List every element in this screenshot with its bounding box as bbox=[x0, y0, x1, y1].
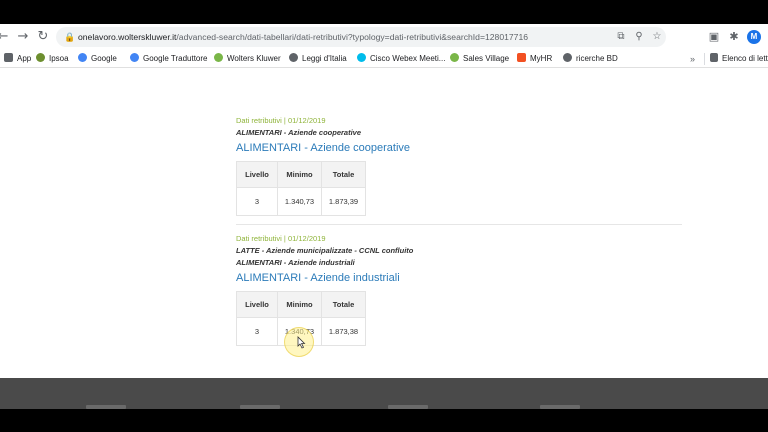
bookmark-star-icon[interactable]: ☆ bbox=[650, 30, 664, 44]
reading-list-label: Elenco di lett bbox=[722, 54, 768, 63]
avatar[interactable]: M bbox=[747, 30, 761, 44]
column-header-totale: Totale bbox=[321, 161, 366, 188]
extension-icon[interactable]: ▣ bbox=[706, 29, 722, 45]
bookmark-item[interactable]: Cisco Webex Meeti... bbox=[357, 52, 445, 66]
bookmark-label: Wolters Kluwer bbox=[227, 54, 281, 63]
bookmark-label: ricerche BD bbox=[576, 54, 618, 63]
cell-totale: 1.873,38 bbox=[321, 317, 366, 346]
bookmark-label: App bbox=[17, 54, 32, 63]
column-header-minimo: Minimo bbox=[277, 291, 322, 318]
windows-icon bbox=[517, 53, 526, 62]
bookmark-item[interactable]: ricerche BD bbox=[563, 52, 618, 66]
globe-icon bbox=[563, 53, 572, 62]
page-content: Dati retributivi | 01/12/2019 ALIMENTARI… bbox=[0, 69, 768, 378]
result-title-link[interactable]: ALIMENTARI - Aziende industriali bbox=[236, 270, 413, 286]
reading-list-button[interactable]: Elenco di lett bbox=[710, 52, 768, 66]
bookmarks-overflow-button[interactable]: » bbox=[690, 52, 695, 66]
column-header-minimo: Minimo bbox=[277, 161, 322, 188]
footer-link[interactable] bbox=[388, 405, 428, 409]
bookmark-item[interactable]: Wolters Kluwer bbox=[214, 52, 281, 66]
column-header-livello: Livello bbox=[236, 161, 278, 188]
table-header-row: Livello Minimo Totale bbox=[236, 161, 366, 188]
footer-link[interactable] bbox=[240, 405, 280, 409]
result-subtitle: ALIMENTARI - Aziende cooperative bbox=[236, 128, 362, 137]
reading-list-icon bbox=[710, 53, 718, 62]
data-table: Livello Minimo Totale 3 1.340,73 1.873,3… bbox=[236, 161, 366, 216]
mouse-cursor-icon bbox=[297, 336, 306, 349]
result-meta: Dati retributivi | 01/12/2019 bbox=[236, 234, 326, 243]
install-app-icon[interactable]: ⧉ bbox=[614, 30, 628, 44]
bookmark-item[interactable]: Sales Village bbox=[450, 52, 509, 66]
result-title-link[interactable]: ALIMENTARI - Aziende cooperative bbox=[236, 140, 410, 156]
google-icon bbox=[78, 53, 87, 62]
bookmark-item[interactable]: Google bbox=[78, 52, 117, 66]
puzzle-icon[interactable]: ✱ bbox=[726, 29, 742, 45]
bookmark-label: Leggi d'Italia bbox=[302, 54, 347, 63]
result-meta: Dati retributivi | 01/12/2019 bbox=[236, 116, 326, 125]
lock-icon[interactable]: 🔒 bbox=[64, 31, 76, 43]
video-frame: ← → ↻ 🔒 onelavoro.wolterskluwer.it/advan… bbox=[0, 0, 768, 432]
browser-toolbar: ← → ↻ 🔒 onelavoro.wolterskluwer.it/advan… bbox=[0, 24, 768, 50]
bookmarks-bar: App Ipsoa Google Google Traduttore Wolters K… bbox=[0, 50, 768, 68]
bookmark-label: MyHR bbox=[530, 54, 553, 63]
column-header-livello: Livello bbox=[236, 291, 278, 318]
bookmark-item[interactable]: Leggi d'Italia bbox=[289, 52, 347, 66]
result-subtitle: ALIMENTARI - Aziende industriali bbox=[236, 258, 355, 267]
footer-link[interactable] bbox=[540, 405, 580, 409]
result-subtitle: LATTE - Aziende municipalizzate - CCNL c… bbox=[236, 246, 414, 255]
translate-icon bbox=[130, 53, 139, 62]
cell-minimo: 1.340,73 bbox=[277, 187, 322, 216]
bookmark-label: Ipsoa bbox=[49, 54, 69, 63]
result-card: Dati retributivi | 01/12/2019 LATTE - Az… bbox=[236, 233, 413, 346]
result-divider bbox=[236, 224, 682, 225]
url-text[interactable]: onelavoro.wolterskluwer.it/advanced-sear… bbox=[78, 27, 528, 47]
bookmark-label: Google Traduttore bbox=[143, 54, 208, 63]
bookmark-label: Google bbox=[91, 54, 117, 63]
table-header-row: Livello Minimo Totale bbox=[236, 291, 366, 318]
sales-icon bbox=[450, 53, 459, 62]
page-footer bbox=[0, 378, 768, 409]
bookmark-item[interactable]: App bbox=[4, 52, 31, 66]
back-icon[interactable]: ← bbox=[0, 28, 12, 46]
reload-icon[interactable]: ↻ bbox=[34, 28, 52, 46]
cell-livello: 3 bbox=[236, 187, 278, 216]
table-row: 3 1.340,73 1.873,39 bbox=[236, 187, 366, 216]
address-bar[interactable]: 🔒 onelavoro.wolterskluwer.it/advanced-se… bbox=[56, 27, 666, 47]
globe-icon bbox=[289, 53, 298, 62]
bookmark-item[interactable]: MyHR bbox=[517, 52, 552, 66]
webex-icon bbox=[357, 53, 366, 62]
ipsoa-icon bbox=[36, 53, 45, 62]
cell-livello: 3 bbox=[236, 317, 278, 346]
bookmark-label: Sales Village bbox=[463, 54, 510, 63]
forward-icon[interactable]: → bbox=[14, 28, 32, 46]
bookmark-label: Cisco Webex Meeti... bbox=[370, 54, 446, 63]
cell-totale: 1.873,39 bbox=[321, 187, 366, 216]
column-header-totale: Totale bbox=[321, 291, 366, 318]
result-card: Dati retributivi | 01/12/2019 ALIMENTARI… bbox=[236, 115, 410, 216]
bookmark-item[interactable]: Ipsoa bbox=[36, 52, 69, 66]
url-path: /advanced-search/dati-tabellari/dati-ret… bbox=[176, 32, 528, 42]
url-host: onelavoro.wolterskluwer.it bbox=[78, 32, 177, 42]
footer-link[interactable] bbox=[86, 405, 126, 409]
browser-window: ← → ↻ 🔒 onelavoro.wolterskluwer.it/advan… bbox=[0, 24, 768, 409]
bookmark-item[interactable]: Google Traduttore bbox=[130, 52, 207, 66]
bookmarks-divider bbox=[704, 53, 705, 65]
zoom-icon[interactable]: ⚲ bbox=[632, 30, 646, 44]
apps-icon bbox=[4, 53, 13, 62]
wk-icon bbox=[214, 53, 223, 62]
